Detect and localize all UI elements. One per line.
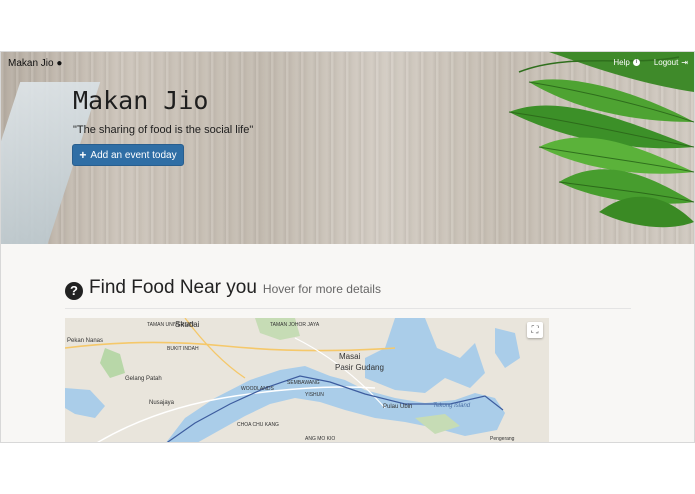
logout-link[interactable]: Logout ⇥: [654, 58, 688, 67]
map-label-woodlands: WOODLANDS: [241, 386, 274, 392]
add-event-label: Add an event today: [90, 149, 177, 161]
brand-label: Makan Jio: [8, 58, 54, 69]
navbar-right: Help i Logout ⇥: [613, 58, 688, 67]
map-label-masai: Masai: [339, 352, 361, 361]
logout-label: Logout: [653, 58, 679, 67]
map-label-sembawang: SEMBAWANG: [287, 380, 320, 386]
section-title: Find Food Near you: [89, 277, 257, 298]
map-label-ang-mo-kio: ANG MO KIO: [305, 436, 336, 442]
question-circle-icon[interactable]: ?: [65, 281, 83, 300]
map-label-pasir-gudang: Pasir Gudang: [335, 363, 384, 372]
spoon-icon: ●: [56, 58, 63, 69]
help-label: Help: [613, 58, 630, 67]
section-subtitle: Hover for more details: [262, 282, 381, 296]
leaves-decoration: [508, 52, 694, 228]
help-link[interactable]: Help i: [613, 58, 640, 67]
map-label-gelang-patah: Gelang Patah: [125, 376, 162, 382]
map-label-taman-johor-jaya: TAMAN JOHOR JAYA: [270, 322, 320, 328]
info-icon: i: [632, 59, 640, 66]
hero-banner: Makan Jio ● Help i Logout ⇥ Makan Jio "T…: [1, 52, 694, 244]
map-label-skudai: Skudai: [175, 320, 200, 329]
section-header: ? Find Food Near you Hover for more deta…: [65, 277, 381, 300]
map-label-bukit-indah: BUKIT INDAH: [167, 346, 199, 352]
map-label-pengerang: Pengerang: [490, 436, 515, 442]
map-label-yishun: YISHUN: [305, 392, 324, 398]
map-label-nusajaya: Nusajaya: [149, 400, 175, 406]
plus-icon: +: [79, 148, 87, 162]
fullscreen-icon[interactable]: ⛶: [527, 322, 543, 338]
navbar-brand[interactable]: Makan Jio ●: [8, 58, 62, 69]
page-frame: Makan Jio ● Help i Logout ⇥ Makan Jio "T…: [0, 51, 695, 443]
hero-quote: "The sharing of food is the social life": [73, 124, 254, 136]
map-label-pekan-nanas: Pekan Nanas: [67, 338, 104, 344]
add-event-button[interactable]: + Add an event today: [72, 144, 184, 166]
hero-title: Makan Jio: [73, 86, 209, 115]
section-divider: [65, 308, 631, 309]
map-label-pulau-ubin: Pulau Ubin: [383, 404, 413, 410]
map-label-choa-chu-kang: CHOA CHU KANG: [237, 422, 279, 428]
map-label-tekong-island: Tekong Island: [433, 403, 471, 409]
food-map[interactable]: TAMAN UNIVERSITI Skudai TAMAN JOHOR JAYA…: [65, 318, 549, 442]
logout-icon: ⇥: [681, 58, 688, 67]
